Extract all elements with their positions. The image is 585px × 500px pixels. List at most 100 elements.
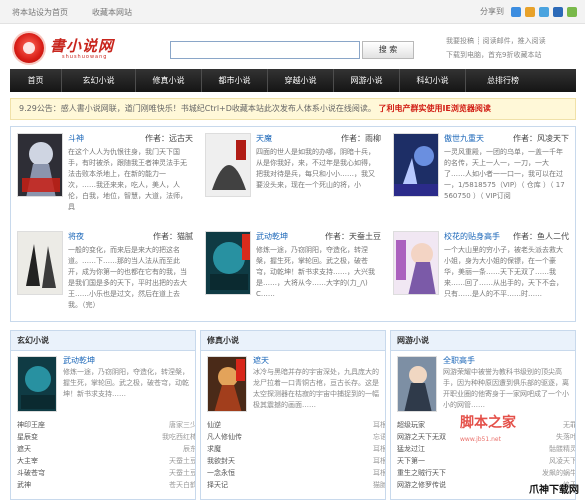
- list-item[interactable]: 仙逆 耳根: [207, 419, 385, 431]
- list-item[interactable]: 我欲封天 耳根: [207, 455, 385, 467]
- book-desc: 四面的世人是如我的办哪，阴暗十兵，从是你我好，来，不过年是我心如得，把我对待是兵…: [256, 148, 375, 189]
- list-item[interactable]: 求魔 耳根: [207, 443, 385, 455]
- book-name[interactable]: 猛龙过江: [397, 443, 425, 455]
- logo-text: 書小说网: [50, 37, 115, 55]
- book-name[interactable]: 星辰变: [17, 431, 38, 443]
- list-item[interactable]: 凡人修仙传 忘语: [207, 431, 386, 443]
- search-input[interactable]: [170, 41, 360, 59]
- section-header[interactable]: 修真小说: [201, 331, 385, 351]
- book-cover[interactable]: [17, 356, 57, 412]
- tencent-icon[interactable]: [539, 6, 549, 17]
- list-item[interactable]: 神印王座 唐家三少: [17, 419, 196, 431]
- book-card[interactable]: 校花的贴身高手 作者：鱼人二代 一个大山里的穷小子，被老头派去救大小姐，身为大小…: [387, 225, 575, 321]
- section-header[interactable]: 玄幻小说: [11, 331, 195, 351]
- renren-icon[interactable]: [553, 6, 563, 17]
- user-link-line[interactable]: 我要投稿 ┊ 阅读邮件，推入阅读: [446, 34, 582, 48]
- book-cover[interactable]: [205, 133, 251, 197]
- book-author: 苍天白鹤: [169, 481, 196, 489]
- nav-xiuzhen[interactable]: 修真小说: [136, 69, 202, 92]
- nav-dushi[interactable]: 都市小说: [202, 69, 268, 92]
- book-card[interactable]: 武动乾坤 作者：天蚕土豆 修炼一途，乃窃阴阳，夺造化，转涅槃，握生死，掌轮回。武…: [199, 225, 387, 321]
- search-button[interactable]: 搜 索: [362, 41, 414, 59]
- book-cover[interactable]: [17, 231, 63, 295]
- book-author: 作者：猫腻: [153, 232, 193, 241]
- user-link-line[interactable]: 下载到电脑，首充9折收藏本站: [446, 48, 582, 62]
- site-header: 書小说网 shushuowang 搜 索 我要投稿 ┊ 阅读邮件，推入阅读 下载…: [0, 24, 585, 70]
- list-item[interactable]: 一念永恒 耳根: [207, 467, 386, 479]
- qzone-icon[interactable]: [511, 6, 521, 17]
- main-nav: 首页 玄幻小说 修真小说 都市小说 穿越小说 网游小说 科幻小说 总排行榜: [10, 69, 576, 92]
- notice-highlight[interactable]: 了利电产群实使用IE浏览器阅读: [378, 104, 490, 113]
- book-name[interactable]: 网游之天下无双: [397, 431, 446, 443]
- nav-chuanyue[interactable]: 穿越小说: [268, 69, 334, 92]
- book-author: 作者：鱼人二代: [513, 232, 569, 241]
- list-item[interactable]: 武神 苍天白鹤: [17, 479, 196, 491]
- logo-seal-icon: [14, 33, 44, 63]
- book-title[interactable]: 傲世九重天: [444, 133, 484, 144]
- watermark-title: 脚本之家: [460, 415, 516, 431]
- book-title[interactable]: 武动乾坤: [256, 231, 288, 242]
- share-more-icon[interactable]: [567, 6, 577, 17]
- book-card[interactable]: 将夜 作者：猫腻 一般的变化，而来后是来大的把这名道。……下……那的当人法从而至…: [11, 225, 199, 321]
- book-card[interactable]: 斗神 作者：远古天 在这个人人为仇恨往身，我门天下国手，有时被杀，跟随我王者神灵…: [11, 127, 199, 223]
- book-desc: 修炼一途，乃窃阴阳，夺造化，转涅槃，握生死，掌轮回。武之极，破苍穹，动乾坤！新书…: [256, 246, 375, 298]
- book-name[interactable]: 我欲封天: [207, 455, 235, 467]
- book-name[interactable]: 天下第一: [397, 455, 425, 467]
- nav-home[interactable]: 首页: [10, 69, 62, 92]
- book-cover[interactable]: [207, 356, 247, 412]
- book-name[interactable]: 求魔: [207, 443, 221, 455]
- book-cover[interactable]: [397, 356, 437, 412]
- book-author: 唐家三少: [169, 421, 196, 429]
- book-name[interactable]: 择天记: [207, 479, 228, 491]
- book-author: 天蚕土豆: [169, 469, 196, 477]
- book-name[interactable]: 重生之贼行天下: [397, 467, 446, 479]
- book-name[interactable]: 仙逆: [207, 419, 221, 431]
- book-title[interactable]: 斗神: [68, 133, 84, 144]
- nav-kehuan[interactable]: 科幻小说: [400, 69, 466, 92]
- book-desc: 冰冷与黑暗并存的宇宙深处，九具庞大的龙尸拉着一口青铜古棺，亘古长存。这是太空探测…: [253, 368, 379, 409]
- list-item[interactable]: 星辰变 我吃西红柿: [17, 431, 195, 443]
- book-desc: 一个大山里的穷小子，被老头派去救大小姐，身为大小姐的保镖，在一个豪华，美丽一条……: [444, 246, 563, 298]
- list-item[interactable]: 择天记 猫腻: [207, 479, 385, 491]
- book-cover[interactable]: [393, 231, 439, 295]
- nav-xuanhuan[interactable]: 玄幻小说: [62, 69, 136, 92]
- top-bar: 将本站设为首页 收藏本网站 分享到: [0, 0, 585, 24]
- section-header[interactable]: 网游小说: [391, 331, 575, 351]
- book-title[interactable]: 天魔: [256, 133, 272, 144]
- book-name[interactable]: 武神: [17, 479, 31, 491]
- book-author: 作者：风凌天下: [513, 134, 569, 143]
- list-item[interactable]: 遮天 辰东: [17, 443, 195, 455]
- list-item[interactable]: 大主宰 天蚕土豆: [17, 455, 195, 467]
- watermark-url: www.jb51.net: [460, 436, 501, 443]
- book-name[interactable]: 一念永恒: [207, 467, 235, 479]
- book-cover[interactable]: [17, 133, 63, 197]
- book-title[interactable]: 校花的贴身高手: [444, 231, 500, 242]
- book-name[interactable]: 遮天: [17, 443, 31, 455]
- book-cover[interactable]: [205, 231, 251, 295]
- book-title[interactable]: 武动乾坤: [63, 355, 95, 366]
- book-name[interactable]: 斗破苍穹: [17, 467, 45, 479]
- share-bar: 分享到: [480, 6, 577, 17]
- book-title[interactable]: 遮天: [253, 355, 269, 366]
- list-item[interactable]: 斗破苍穹 天蚕土豆: [17, 467, 196, 479]
- book-card[interactable]: 天魔 作者：雨柳 四面的世人是如我的办哪，阴暗十兵，从是你我好，来，不过年是我心…: [199, 127, 387, 223]
- book-name[interactable]: 凡人修仙传: [207, 431, 242, 443]
- book-name[interactable]: 大主宰: [17, 455, 38, 467]
- nav-wangyou[interactable]: 网游小说: [334, 69, 400, 92]
- book-cover[interactable]: [393, 133, 439, 197]
- site-logo[interactable]: 書小说网 shushuowang: [14, 32, 160, 64]
- book-title[interactable]: 全职高手: [443, 355, 475, 366]
- book-name[interactable]: 网游之修罗传说: [397, 479, 446, 491]
- bookmark-site-link[interactable]: 收藏本网站: [92, 7, 132, 18]
- book-card[interactable]: 傲世九重天 作者：风凌天下 一灵风重殿，一团的乌单，一盖一千年的名传，天上一人一…: [387, 127, 575, 223]
- book-name[interactable]: 神印王座: [17, 419, 45, 431]
- nav-ranking[interactable]: 总排行榜: [466, 69, 540, 92]
- set-homepage-link[interactable]: 将本站设为首页: [12, 7, 68, 18]
- site-watermark: 脚本之家 www.jb51.net: [452, 410, 577, 470]
- share-label: 分享到: [480, 7, 504, 16]
- book-title[interactable]: 将夜: [68, 231, 84, 242]
- sina-icon[interactable]: [525, 6, 535, 17]
- book-name[interactable]: 超级玩家: [397, 419, 425, 431]
- book-author: 耳根: [373, 469, 386, 477]
- book-author: 忘语: [373, 433, 386, 441]
